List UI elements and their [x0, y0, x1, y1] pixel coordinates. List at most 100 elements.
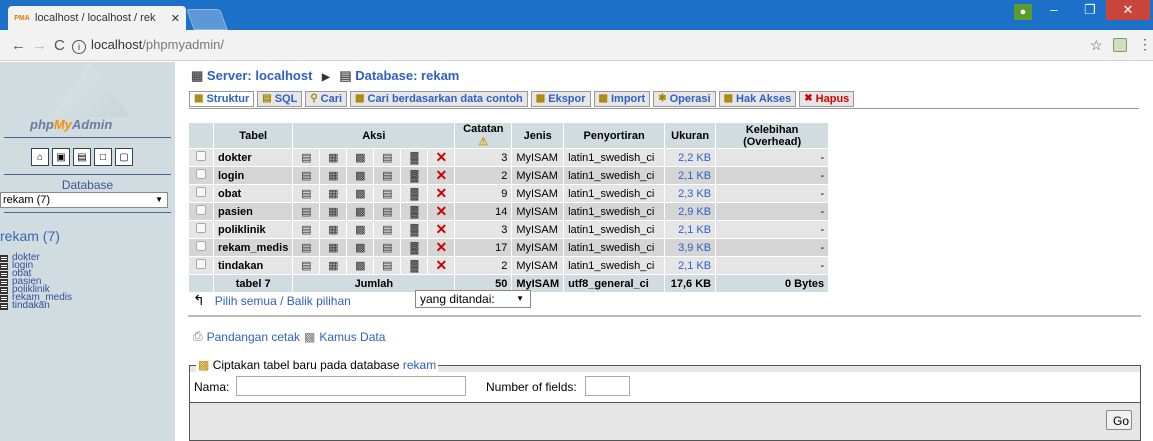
row-checkbox[interactable]: [189, 239, 213, 256]
browser-tab[interactable]: PMA localhost / localhost / rek ✕: [8, 6, 186, 30]
structure-icon[interactable]: ▦: [320, 167, 347, 184]
home-icon[interactable]: ⌂: [31, 148, 49, 166]
reload-icon[interactable]: C: [54, 37, 65, 54]
search-icon[interactable]: ▩: [347, 221, 374, 238]
browse-icon[interactable]: ▤: [293, 239, 320, 256]
table-name[interactable]: obat: [214, 185, 293, 202]
structure-icon[interactable]: ▦: [320, 239, 347, 256]
browse-icon[interactable]: ▤: [293, 257, 320, 274]
browse-icon[interactable]: ▤: [293, 149, 320, 166]
empty-icon[interactable]: ▓: [401, 239, 428, 256]
tab-hak-akses[interactable]: ▩ Hak Akses: [718, 91, 797, 107]
logout-icon[interactable]: ▣: [52, 148, 70, 166]
breadcrumb-server[interactable]: Server: localhost: [207, 68, 313, 83]
search-icon[interactable]: ▩: [347, 149, 374, 166]
row-checkbox[interactable]: [189, 221, 213, 238]
table-size[interactable]: 3,9 KB: [665, 239, 716, 256]
table-name[interactable]: pasien: [214, 203, 293, 220]
drop-icon[interactable]: ✕: [428, 149, 455, 166]
table-size[interactable]: 2,9 KB: [665, 203, 716, 220]
browse-icon[interactable]: ▤: [293, 185, 320, 202]
drop-icon[interactable]: ✕: [428, 239, 455, 256]
database-select[interactable]: rekam (7) ▼: [0, 192, 168, 208]
browse-icon[interactable]: ▤: [293, 203, 320, 220]
browse-icon[interactable]: ▤: [293, 221, 320, 238]
go-button[interactable]: Go: [1106, 410, 1132, 430]
row-checkbox[interactable]: [189, 203, 213, 220]
close-tab-icon[interactable]: ✕: [171, 12, 180, 25]
structure-icon[interactable]: ▦: [320, 185, 347, 202]
minimize-button[interactable]: –: [1040, 0, 1068, 20]
table-name[interactable]: dokter: [214, 149, 293, 166]
breadcrumb-database[interactable]: Database: rekam: [355, 68, 459, 83]
row-checkbox[interactable]: [189, 185, 213, 202]
table-size[interactable]: 2,1 KB: [665, 221, 716, 238]
docs-icon[interactable]: □: [94, 148, 112, 166]
structure-icon[interactable]: ▦: [320, 221, 347, 238]
header-tabel[interactable]: Tabel: [214, 123, 293, 148]
empty-icon[interactable]: ▓: [401, 221, 428, 238]
empty-icon[interactable]: ▓: [401, 257, 428, 274]
search-icon[interactable]: ▩: [347, 167, 374, 184]
insert-icon[interactable]: ▤: [374, 257, 401, 274]
structure-icon[interactable]: ▦: [320, 203, 347, 220]
table-name[interactable]: tindakan: [214, 257, 293, 274]
table-name[interactable]: poliklinik: [214, 221, 293, 238]
row-checkbox[interactable]: [189, 149, 213, 166]
table-size[interactable]: 2,1 KB: [665, 167, 716, 184]
drop-icon[interactable]: ✕: [428, 257, 455, 274]
table-name[interactable]: rekam_medis: [214, 239, 293, 256]
header-jenis[interactable]: Jenis: [512, 123, 564, 148]
insert-icon[interactable]: ▤: [374, 203, 401, 220]
num-fields-input[interactable]: [585, 376, 630, 396]
search-icon[interactable]: ▩: [347, 257, 374, 274]
data-dictionary-link[interactable]: Kamus Data: [319, 330, 385, 344]
database-link[interactable]: rekam: [403, 358, 436, 372]
new-tab-button[interactable]: [186, 9, 228, 30]
maximize-button[interactable]: ❐: [1076, 0, 1104, 20]
search-icon[interactable]: ▩: [347, 203, 374, 220]
header-kelebihan[interactable]: Kelebihan (Overhead): [716, 123, 829, 148]
tab-import[interactable]: ▩ Import: [593, 91, 651, 107]
drop-icon[interactable]: ✕: [428, 221, 455, 238]
browser-menu-icon[interactable]: ⋮: [1138, 36, 1152, 53]
mysql-docs-icon[interactable]: ▢: [115, 148, 133, 166]
current-database-link[interactable]: rekam (7): [0, 228, 60, 244]
uncheck-all-link[interactable]: Balik pilihan: [287, 294, 351, 308]
print-view-link[interactable]: Pandangan cetak: [207, 330, 300, 344]
insert-icon[interactable]: ▤: [374, 149, 401, 166]
header-catatan[interactable]: Catatan ⚠: [455, 123, 512, 148]
user-profile-icon[interactable]: ●: [1014, 4, 1032, 20]
insert-icon[interactable]: ▤: [374, 185, 401, 202]
sql-query-icon[interactable]: ▤: [73, 148, 91, 166]
table-size[interactable]: 2,1 KB: [665, 257, 716, 274]
insert-icon[interactable]: ▤: [374, 167, 401, 184]
header-ukuran[interactable]: Ukuran: [665, 123, 716, 148]
tab-cari[interactable]: ⚲ Cari: [305, 91, 348, 107]
phpmyadmin-logo[interactable]: phpMyAdmin: [30, 117, 112, 132]
row-checkbox[interactable]: [189, 167, 213, 184]
table-size[interactable]: 2,3 KB: [665, 185, 716, 202]
empty-icon[interactable]: ▓: [401, 149, 428, 166]
insert-icon[interactable]: ▤: [374, 239, 401, 256]
drop-icon[interactable]: ✕: [428, 203, 455, 220]
empty-icon[interactable]: ▓: [401, 203, 428, 220]
header-penyortiran[interactable]: Penyortiran: [564, 123, 665, 148]
tab-query-by-example[interactable]: ▩ Cari berdasarkan data contoh: [350, 91, 528, 107]
tab-operasi[interactable]: ✱ Operasi: [653, 91, 716, 107]
table-name-input[interactable]: [236, 376, 466, 396]
table-size[interactable]: 2,2 KB: [665, 149, 716, 166]
forward-arrow-icon[interactable]: →: [32, 37, 47, 54]
search-icon[interactable]: ▩: [347, 239, 374, 256]
table-name[interactable]: login: [214, 167, 293, 184]
tab-ekspor[interactable]: ▩ Ekspor: [530, 91, 591, 107]
drop-icon[interactable]: ✕: [428, 185, 455, 202]
extension-icon[interactable]: [1113, 38, 1127, 52]
tab-sql[interactable]: ▤ SQL: [257, 91, 303, 107]
empty-icon[interactable]: ▓: [401, 167, 428, 184]
drop-icon[interactable]: ✕: [428, 167, 455, 184]
with-selected-dropdown[interactable]: yang ditandai: ▼: [415, 290, 531, 308]
browse-icon[interactable]: ▤: [293, 167, 320, 184]
tab-hapus[interactable]: ✖ Hapus: [799, 91, 855, 107]
sidebar-table-item[interactable]: tindakan: [0, 301, 170, 311]
